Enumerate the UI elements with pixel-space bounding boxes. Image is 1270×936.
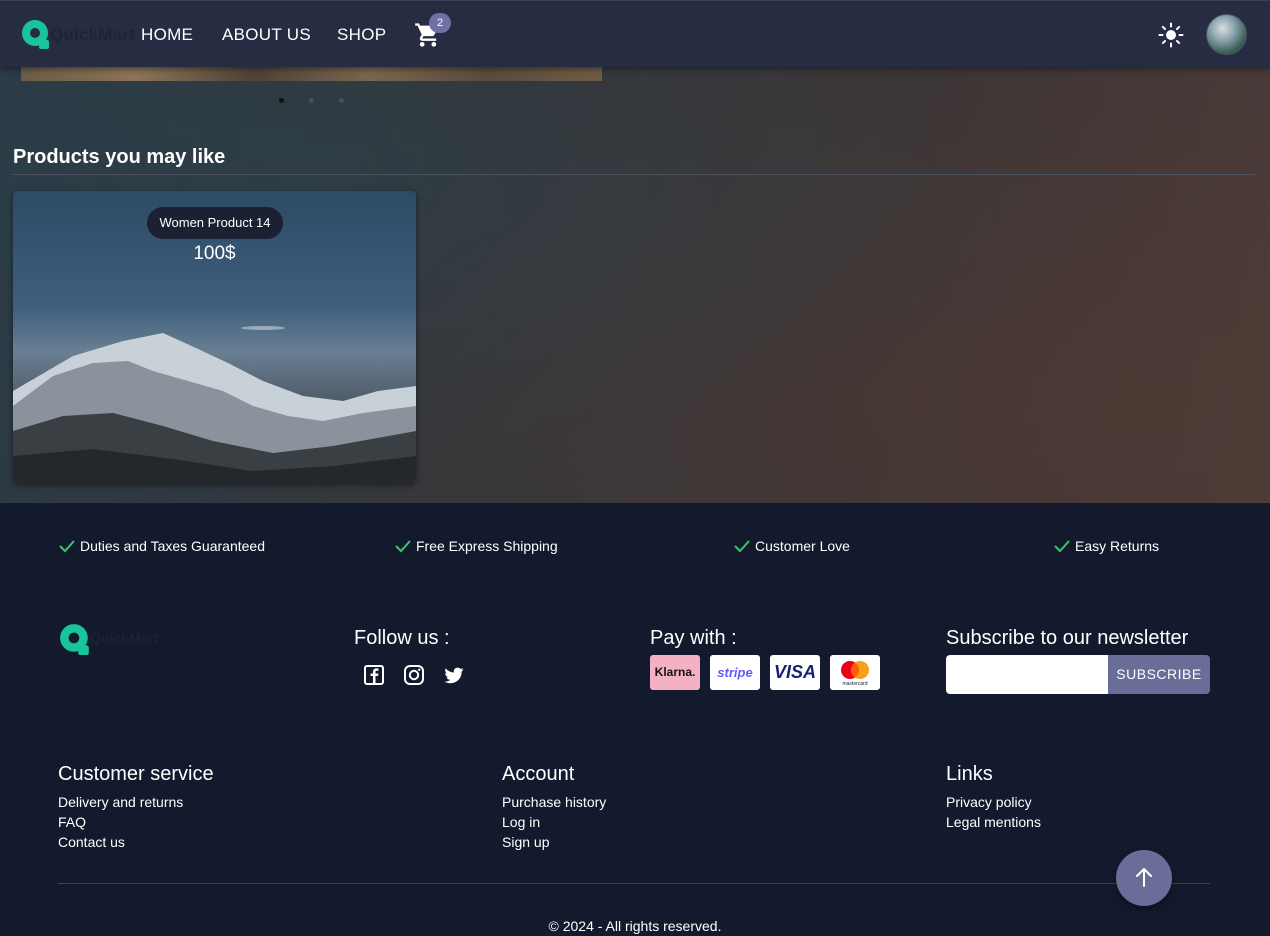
feature-item: Easy Returns: [1053, 538, 1159, 554]
visa-logo: VISA: [770, 655, 820, 690]
feature-label: Customer Love: [755, 538, 850, 554]
feature-item: Customer Love: [733, 538, 850, 554]
section-divider: [13, 174, 1255, 175]
product-card[interactable]: Women Product 14 100$: [13, 191, 416, 483]
footer-divider: [58, 883, 1210, 884]
feature-item: Duties and Taxes Guaranteed: [58, 538, 265, 554]
links-title: Links: [946, 763, 993, 785]
link-legal-mentions[interactable]: Legal mentions: [946, 814, 1041, 830]
twitter-icon[interactable]: [443, 664, 465, 686]
customer-service-title: Customer service: [58, 763, 214, 785]
klarna-logo: Klarna.: [650, 655, 700, 690]
check-icon: [734, 540, 750, 553]
link-faq[interactable]: FAQ: [58, 814, 86, 830]
mastercard-label: mastercard: [842, 681, 868, 687]
product-name: Women Product 14: [147, 207, 283, 239]
link-purchase-history[interactable]: Purchase history: [502, 794, 606, 810]
facebook-icon[interactable]: [363, 664, 385, 686]
arrow-up-icon: [1136, 868, 1152, 887]
cart-count-badge: 2: [429, 13, 451, 33]
product-price: 100$: [193, 243, 236, 264]
mastercard-logo: mastercard: [830, 655, 880, 690]
logo-q-icon: [22, 20, 49, 49]
nav-home[interactable]: HOME: [141, 25, 193, 45]
link-log-in[interactable]: Log in: [502, 814, 540, 830]
instagram-icon[interactable]: [403, 664, 425, 686]
feature-item: Free Express Shipping: [394, 538, 558, 554]
subscribe-button[interactable]: SUBSCRIBE: [1108, 655, 1210, 694]
sun-icon[interactable]: [1158, 22, 1184, 48]
carousel-dot-3[interactable]: [339, 98, 344, 103]
stripe-logo: stripe: [710, 655, 760, 690]
footer-logo-icon[interactable]: [58, 622, 92, 656]
feature-label: Duties and Taxes Guaranteed: [80, 538, 265, 554]
follow-us-title: Follow us :: [354, 627, 450, 649]
carousel-dot-1[interactable]: [279, 98, 284, 103]
check-icon: [395, 540, 411, 553]
user-avatar[interactable]: [1206, 14, 1247, 55]
feature-label: Easy Returns: [1075, 538, 1160, 554]
newsletter-email-input[interactable]: [946, 655, 1108, 694]
section-title: Products you may like: [13, 146, 226, 168]
carousel-image: [21, 66, 602, 81]
carousel-dot-2[interactable]: [309, 98, 314, 103]
link-sign-up[interactable]: Sign up: [502, 834, 549, 850]
pay-with-title: Pay with :: [650, 627, 737, 649]
newsletter-title: Subscribe to our newsletter: [946, 627, 1189, 649]
link-delivery-returns[interactable]: Delivery and returns: [58, 794, 183, 810]
copyright-text: © 2024 - All rights reserved.: [548, 918, 722, 934]
footer-brand-name: QuickMart: [90, 630, 159, 646]
account-title: Account: [502, 763, 575, 785]
scroll-to-top-button[interactable]: [1116, 850, 1172, 906]
brand-logo[interactable]: QuickMart: [20, 18, 135, 52]
link-contact-us[interactable]: Contact us: [58, 834, 125, 850]
brand-name: QuickMart: [50, 25, 135, 44]
nav-about-us[interactable]: ABOUT US: [222, 25, 311, 45]
check-icon: [59, 540, 75, 553]
check-icon: [1054, 540, 1070, 553]
feature-label: Free Express Shipping: [416, 538, 558, 554]
navbar: QuickMart HOME ABOUT US SHOP 2: [0, 0, 1270, 67]
nav-shop[interactable]: SHOP: [337, 25, 386, 45]
link-privacy-policy[interactable]: Privacy policy: [946, 794, 1032, 810]
